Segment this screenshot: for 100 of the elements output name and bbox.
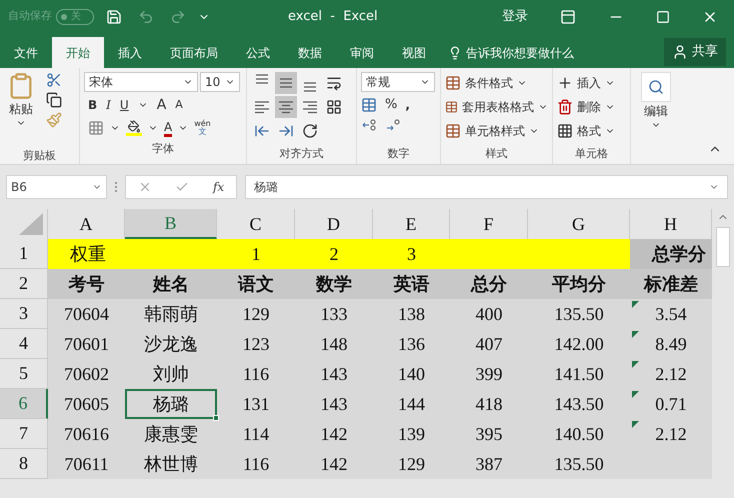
- table-cell[interactable]: 韩雨萌: [125, 299, 217, 329]
- table-cell[interactable]: 权重: [48, 239, 125, 269]
- table-cell[interactable]: 135.50: [528, 299, 630, 329]
- ribbon-tab[interactable]: 插入: [104, 37, 156, 68]
- ribbon-display-icon[interactable]: [560, 8, 576, 24]
- table-cell[interactable]: 136: [373, 329, 450, 359]
- ribbon-tab[interactable]: 开始: [52, 37, 104, 68]
- table-cell[interactable]: 142: [295, 419, 373, 449]
- underline-button[interactable]: U: [120, 96, 129, 114]
- share-button[interactable]: 共享: [664, 38, 726, 66]
- formula-field[interactable]: 杨璐: [245, 175, 728, 199]
- row-header[interactable]: 8: [0, 449, 48, 479]
- table-cell[interactable]: 70601: [48, 329, 125, 359]
- table-cell[interactable]: 2: [295, 239, 373, 269]
- number-format-dropdown[interactable]: 常规: [361, 72, 435, 92]
- table-cell[interactable]: 143: [295, 389, 373, 419]
- table-cell[interactable]: 康惠雯: [125, 419, 217, 449]
- table-cell[interactable]: 数学: [295, 269, 373, 299]
- table-cell[interactable]: 129: [217, 299, 295, 329]
- cells-menu-button[interactable]: 格式: [557, 120, 626, 142]
- table-cell[interactable]: 标准差: [630, 269, 712, 299]
- orientation-icon[interactable]: [302, 123, 318, 139]
- name-box[interactable]: B6: [6, 175, 107, 199]
- ribbon-tab[interactable]: 审阅: [336, 37, 388, 68]
- wrap-text-icon[interactable]: [326, 75, 342, 91]
- bold-button[interactable]: B: [88, 96, 98, 114]
- grow-font-button[interactable]: A: [156, 94, 166, 116]
- table-cell[interactable]: [528, 239, 630, 269]
- table-cell[interactable]: 考号: [48, 269, 125, 299]
- increase-decimal-icon[interactable]: [385, 118, 401, 132]
- table-cell[interactable]: 116: [217, 449, 295, 479]
- table-cell[interactable]: 3.54: [630, 299, 712, 329]
- align-button[interactable]: [275, 72, 297, 94]
- phonetic-button[interactable]: wén 文: [194, 120, 211, 136]
- table-cell[interactable]: 2.12: [630, 419, 712, 449]
- table-cell[interactable]: 70611: [48, 449, 125, 479]
- cells-menu-button[interactable]: 删除: [557, 96, 626, 118]
- table-cell[interactable]: 407: [450, 329, 528, 359]
- table-cell[interactable]: 123: [217, 329, 295, 359]
- border-icon[interactable]: [88, 120, 104, 136]
- table-cell[interactable]: 70605: [48, 389, 125, 419]
- table-cell[interactable]: 114: [217, 419, 295, 449]
- table-cell[interactable]: 平均分: [528, 269, 630, 299]
- ribbon-tab[interactable]: 视图: [388, 37, 440, 68]
- cells-menu-button[interactable]: 插入: [557, 72, 626, 94]
- ribbon-tab[interactable]: 文件: [0, 37, 52, 68]
- table-cell[interactable]: 2.12: [630, 359, 712, 389]
- table-cell[interactable]: 总学分: [630, 239, 712, 269]
- maximize-icon[interactable]: [656, 10, 670, 24]
- cut-icon[interactable]: [46, 72, 62, 88]
- ribbon-tab[interactable]: 公式: [232, 37, 284, 68]
- table-cell[interactable]: 129: [373, 449, 450, 479]
- table-cell[interactable]: 143.50: [528, 389, 630, 419]
- decrease-decimal-icon[interactable]: [361, 118, 377, 132]
- column-header[interactable]: B: [125, 209, 217, 239]
- table-cell[interactable]: 139: [373, 419, 450, 449]
- fill-handle[interactable]: [213, 415, 219, 421]
- paste-button[interactable]: 粘贴: [4, 72, 38, 148]
- insert-function-button[interactable]: fx: [212, 178, 224, 196]
- italic-button[interactable]: I: [106, 96, 111, 114]
- comma-button[interactable]: ,: [405, 96, 410, 114]
- decrease-indent-icon[interactable]: [254, 123, 270, 139]
- table-cell[interactable]: 8.49: [630, 329, 712, 359]
- row-header[interactable]: 3: [0, 299, 48, 329]
- ribbon-tab[interactable]: 数据: [284, 37, 336, 68]
- ribbon-tab[interactable]: 页面布局: [156, 37, 232, 68]
- table-cell[interactable]: 399: [450, 359, 528, 389]
- table-cell[interactable]: 143: [295, 359, 373, 389]
- increase-indent-icon[interactable]: [278, 123, 294, 139]
- row-header[interactable]: 6: [0, 389, 48, 419]
- copy-icon[interactable]: [46, 92, 62, 108]
- table-cell[interactable]: 131: [217, 389, 295, 419]
- table-cell[interactable]: 140.50: [528, 419, 630, 449]
- table-cell[interactable]: 144: [373, 389, 450, 419]
- table-cell[interactable]: 70604: [48, 299, 125, 329]
- styles-menu-button[interactable]: 条件格式: [445, 72, 548, 94]
- table-cell[interactable]: 刘帅: [125, 359, 217, 389]
- table-cell[interactable]: 杨璐: [125, 389, 217, 419]
- table-cell[interactable]: 142.00: [528, 329, 630, 359]
- table-cell[interactable]: 语文: [217, 269, 295, 299]
- row-header[interactable]: 2: [0, 269, 48, 299]
- table-cell[interactable]: 沙龙逸: [125, 329, 217, 359]
- table-cell[interactable]: 1: [217, 239, 295, 269]
- font-size-dropdown[interactable]: 10: [200, 72, 240, 92]
- table-cell[interactable]: 140: [373, 359, 450, 389]
- fill-color-icon[interactable]: [126, 120, 142, 136]
- table-cell[interactable]: 135.50: [528, 449, 630, 479]
- table-cell[interactable]: 姓名: [125, 269, 217, 299]
- merge-icon[interactable]: [326, 99, 342, 115]
- styles-menu-button[interactable]: 套用表格格式: [445, 96, 548, 118]
- table-cell[interactable]: 138: [373, 299, 450, 329]
- font-name-dropdown[interactable]: 宋体: [84, 72, 198, 92]
- sign-in-button[interactable]: 登录: [502, 6, 528, 26]
- table-cell[interactable]: 387: [450, 449, 528, 479]
- table-cell[interactable]: 400: [450, 299, 528, 329]
- table-cell[interactable]: 418: [450, 389, 528, 419]
- table-cell[interactable]: 395: [450, 419, 528, 449]
- table-cell[interactable]: 70616: [48, 419, 125, 449]
- table-cell[interactable]: 141.50: [528, 359, 630, 389]
- font-color-button[interactable]: A: [164, 120, 172, 136]
